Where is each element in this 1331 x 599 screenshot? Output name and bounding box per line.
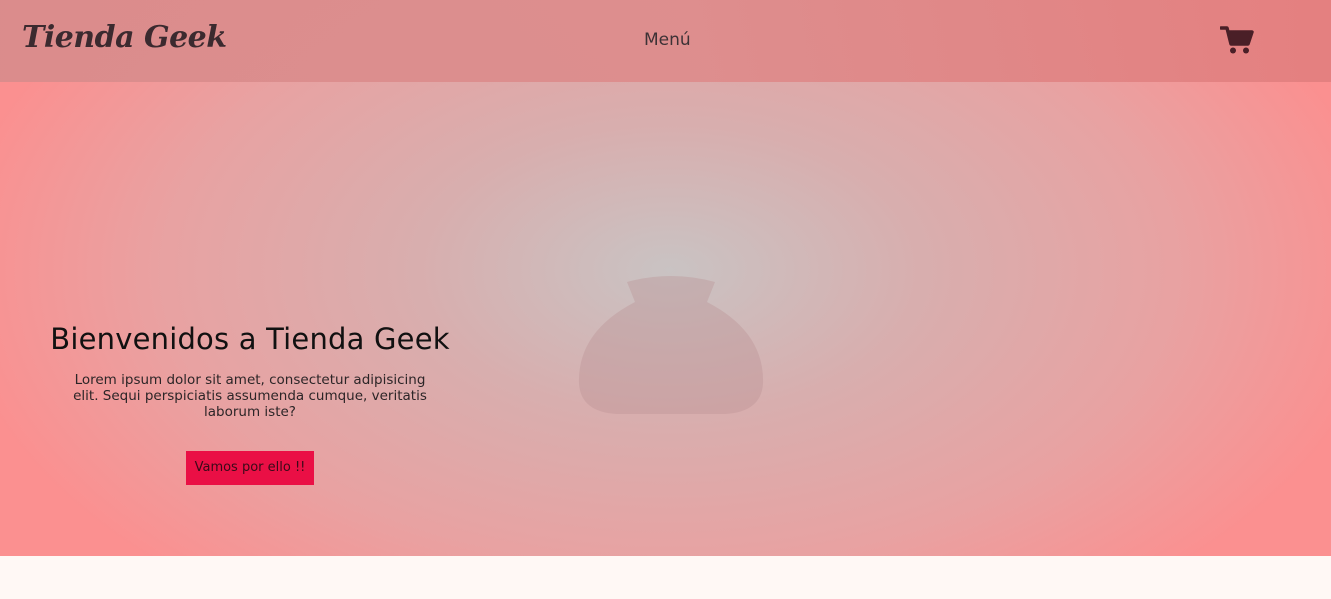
cta-button[interactable]: Vamos por ello !!	[185, 451, 315, 485]
hero-section: Tienda Geek Menú Bienvenidos a Tienda Ge…	[0, 0, 1331, 556]
page-body-background	[0, 556, 1331, 599]
hero-description: Lorem ipsum dolor sit amet, consectetur …	[73, 372, 427, 420]
hero-content: Bienvenidos a Tienda Geek Lorem ipsum do…	[50, 322, 450, 485]
site-logo[interactable]: Tienda Geek	[22, 20, 227, 55]
shopping-cart-icon[interactable]	[1220, 25, 1254, 55]
menu-link[interactable]: Menú	[644, 30, 691, 50]
page-title: Bienvenidos a Tienda Geek	[50, 322, 450, 356]
vase-silhouette-image	[578, 276, 764, 414]
